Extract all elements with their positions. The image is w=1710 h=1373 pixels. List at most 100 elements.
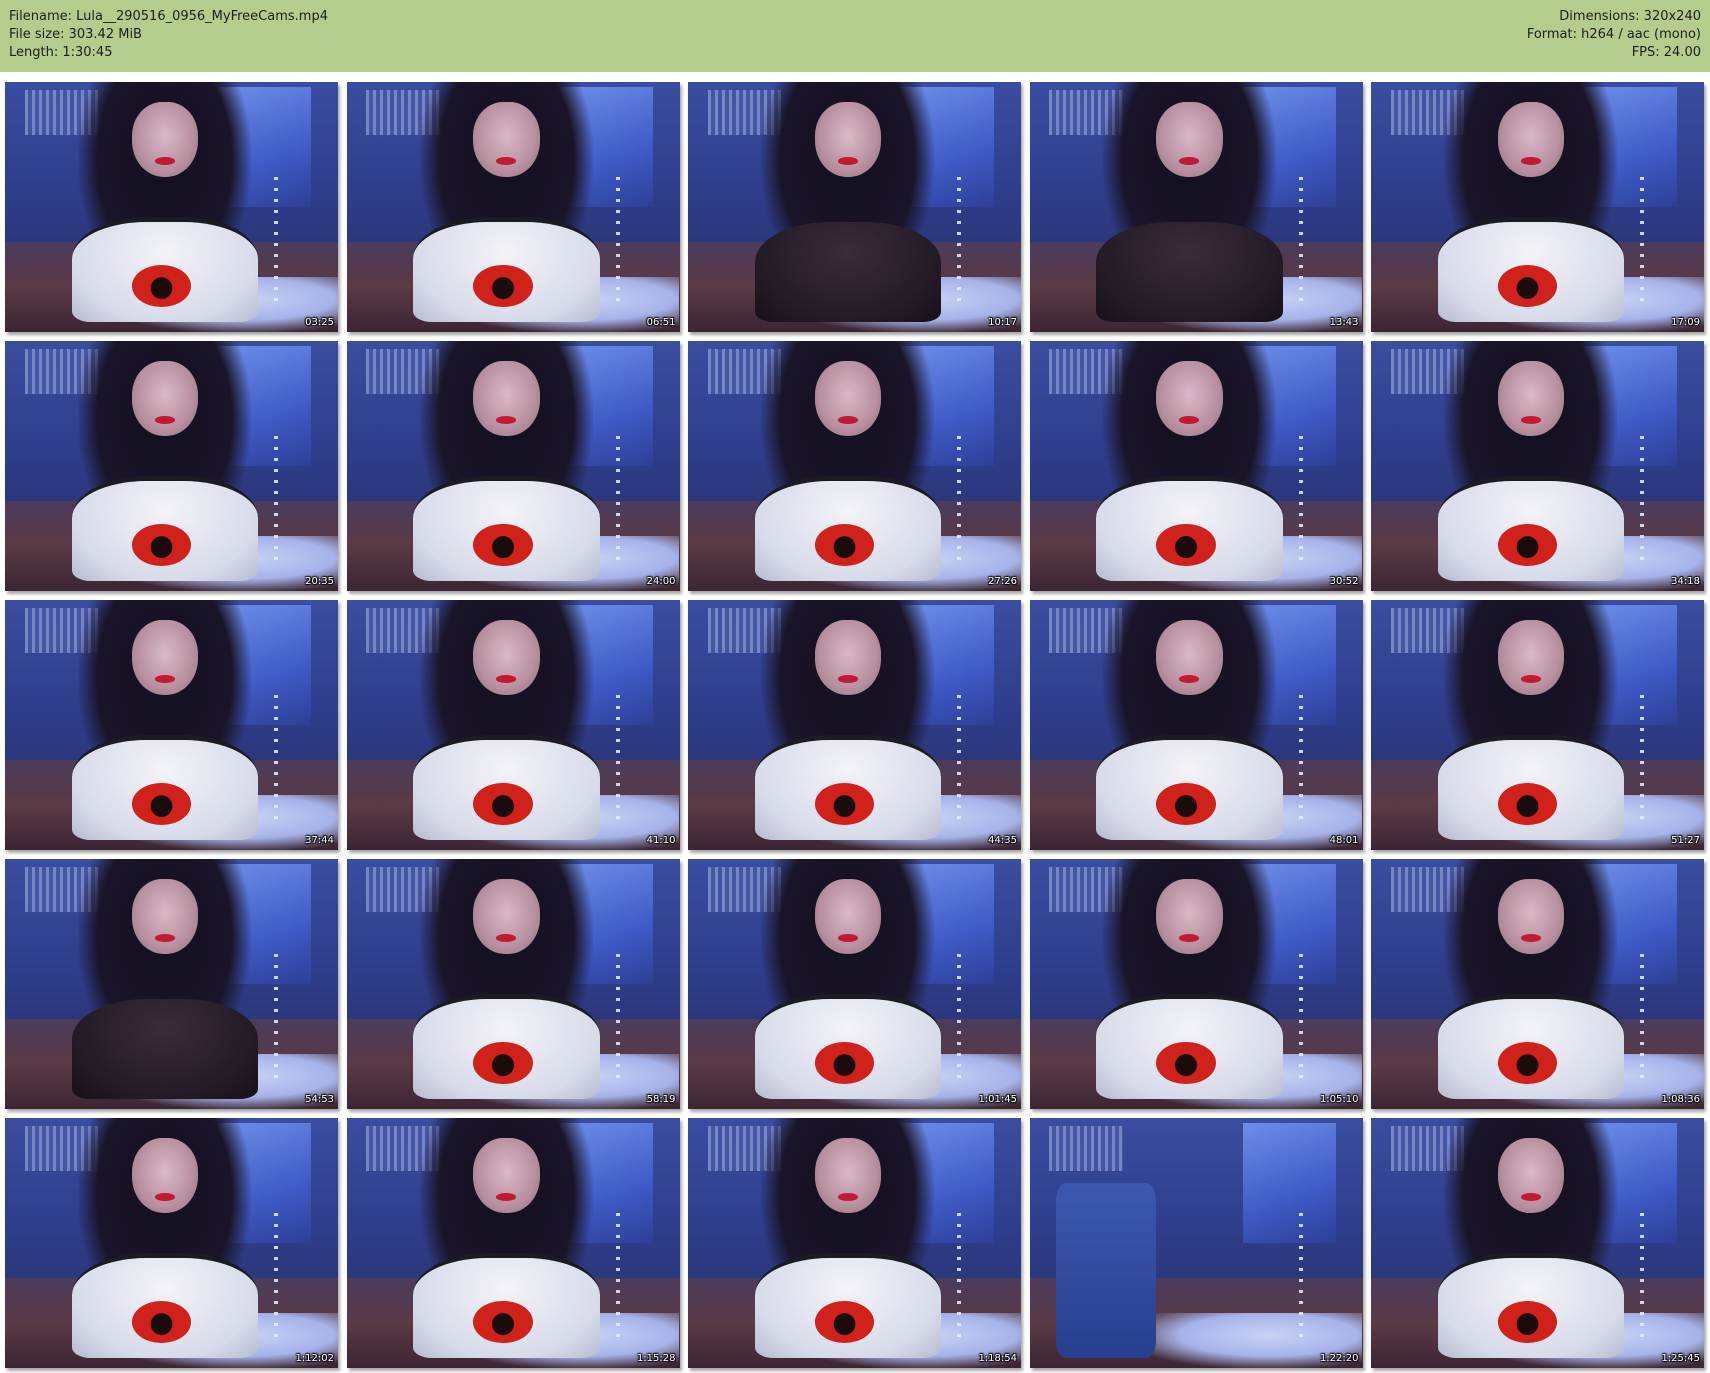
frame-timestamp: 34:18 — [1671, 576, 1700, 587]
shirt-logo — [1497, 782, 1558, 825]
frame-timestamp: 27:26 — [988, 576, 1017, 587]
shirt-logo — [131, 1300, 192, 1343]
file-info-header: Filename: Lula__290516_0956_MyFreeCams.m… — [0, 0, 1710, 72]
string-lights — [1298, 436, 1303, 566]
person-lips — [1179, 157, 1200, 165]
string-lights — [1298, 695, 1303, 825]
video-frame-thumbnail: 58:19 — [346, 859, 680, 1109]
video-frame-thumbnail: 51:27 — [1371, 600, 1704, 850]
string-lights — [1298, 177, 1303, 307]
person-lips — [496, 416, 517, 424]
shirt-logo — [1497, 523, 1558, 566]
string-lights — [615, 1213, 620, 1343]
person-lips — [837, 1193, 858, 1201]
string-lights — [957, 954, 962, 1084]
shirt-logo — [131, 264, 192, 307]
person-lips — [837, 157, 858, 165]
shirt-logo — [473, 1041, 533, 1084]
video-frame-thumbnail: 41:10 — [346, 600, 680, 850]
frame-timestamp: 24:00 — [646, 576, 676, 587]
video-frame-thumbnail: 1:05:10 — [1029, 859, 1363, 1109]
person-face — [814, 879, 882, 954]
thumbnail-grid: 03:25 06:51 10:17 13:43 17:09 20:35 24:00 27:26… — [5, 82, 1705, 1369]
video-frame-thumbnail: 27:26 — [688, 341, 1021, 591]
shirt-logo — [1156, 523, 1216, 566]
person-face — [814, 1138, 882, 1213]
string-lights — [615, 695, 620, 825]
string-lights — [957, 436, 962, 566]
frame-timestamp: 1:22:20 — [1319, 1353, 1359, 1364]
person-lips — [496, 675, 517, 683]
person-face — [473, 620, 540, 695]
dimensions-text: Dimensions: 320x240 — [1559, 9, 1701, 24]
frame-timestamp: 30:52 — [1329, 576, 1359, 587]
string-lights — [957, 1213, 962, 1343]
frame-timestamp: 44:35 — [988, 835, 1017, 846]
string-lights — [615, 954, 620, 1084]
video-frame-thumbnail: 1:18:54 — [688, 1118, 1021, 1368]
frame-timestamp: 06:51 — [646, 317, 676, 328]
shirt-logo — [473, 782, 533, 825]
string-lights — [1298, 1213, 1303, 1343]
person-face — [1156, 879, 1223, 954]
person-face — [1497, 879, 1565, 954]
video-frame-thumbnail: 1:15:28 — [346, 1118, 680, 1368]
person-face — [814, 361, 882, 436]
frame-timestamp: 1:15:28 — [636, 1353, 676, 1364]
person-face — [131, 620, 199, 695]
radiator — [1049, 1125, 1123, 1171]
string-lights — [957, 695, 962, 825]
room-window — [1242, 1123, 1336, 1243]
person-face — [131, 1138, 199, 1213]
video-frame-thumbnail: 48:01 — [1029, 600, 1363, 850]
person-face — [131, 361, 199, 436]
frame-timestamp: 1:05:10 — [1319, 1094, 1359, 1105]
video-frame-thumbnail: 13:43 — [1029, 82, 1363, 332]
person-face — [1497, 620, 1565, 695]
file-info-right: Dimensions: 320x240 Format: h264 / aac (… — [1527, 8, 1701, 62]
person-face — [131, 102, 199, 177]
shirt-logo — [131, 782, 192, 825]
frame-timestamp: 1:25:45 — [1661, 1353, 1700, 1364]
video-frame-thumbnail: 54:53 — [5, 859, 338, 1109]
shirt-logo — [473, 264, 533, 307]
format-text: Format: h264 / aac (mono) — [1526, 27, 1701, 42]
video-frame-thumbnail: 1:08:36 — [1371, 859, 1704, 1109]
video-frame-thumbnail: 17:09 — [1371, 82, 1704, 332]
person-lips — [1520, 416, 1541, 424]
string-lights — [1298, 954, 1303, 1084]
video-frame-thumbnail: 10:17 — [688, 82, 1021, 332]
string-lights — [274, 436, 279, 566]
person-lips — [154, 416, 175, 424]
frame-timestamp: 41:10 — [646, 835, 676, 846]
person-lips — [1520, 157, 1541, 165]
video-frame-thumbnail: 1:01:45 — [688, 859, 1021, 1109]
video-frame-thumbnail: 03:25 — [5, 82, 338, 332]
video-frame-thumbnail: 37:44 — [5, 600, 338, 850]
person-lips — [154, 157, 175, 165]
person-face — [473, 102, 540, 177]
string-lights — [1640, 1213, 1645, 1343]
person-lips — [1520, 934, 1541, 942]
string-lights — [1640, 954, 1645, 1084]
person-face — [1497, 102, 1565, 177]
string-lights — [1640, 177, 1645, 307]
person-lips — [837, 416, 858, 424]
string-lights — [615, 436, 620, 566]
shirt-logo — [814, 1041, 875, 1084]
frame-timestamp: 10:17 — [988, 317, 1017, 328]
string-lights — [1640, 436, 1645, 566]
frame-timestamp: 13:43 — [1329, 317, 1359, 328]
video-frame-thumbnail: 30:52 — [1029, 341, 1363, 591]
person-shirt — [71, 999, 259, 1099]
person-lips — [837, 675, 858, 683]
shirt-logo — [473, 1300, 533, 1343]
string-lights — [274, 954, 279, 1084]
shirt-logo — [131, 523, 192, 566]
person-face — [1156, 102, 1223, 177]
video-frame-thumbnail: 44:35 — [688, 600, 1021, 850]
person-face — [473, 1138, 540, 1213]
video-frame-thumbnail: 34:18 — [1371, 341, 1704, 591]
video-frame-thumbnail: 1:22:20 — [1029, 1118, 1363, 1368]
person-lips — [154, 675, 175, 683]
